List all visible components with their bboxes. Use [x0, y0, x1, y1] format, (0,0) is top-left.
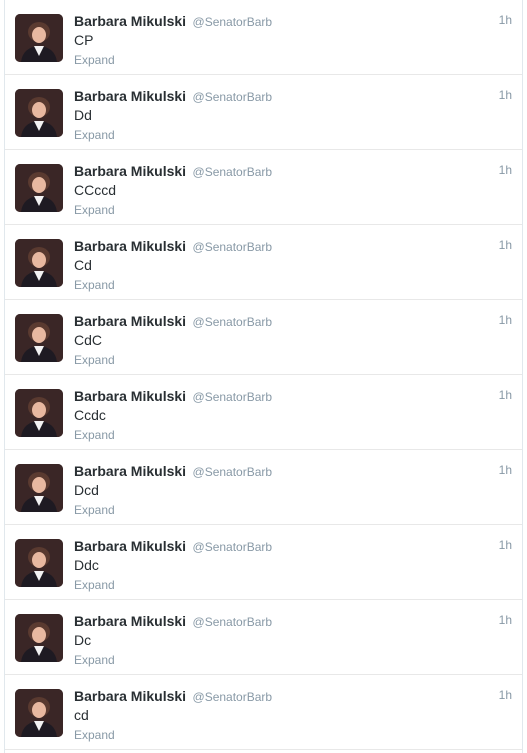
expand-link[interactable]: Expand [74, 578, 115, 592]
author-name[interactable]: Barbara Mikulski [74, 163, 186, 179]
tweet-header: Barbara Mikulski @SenatorBarb 1h [74, 538, 512, 556]
author-name[interactable]: Barbara Mikulski [74, 463, 186, 479]
tweet-text: CCccd [74, 182, 117, 198]
author-name[interactable]: Barbara Mikulski [74, 388, 186, 404]
tweet-item[interactable]: Barbara Mikulski @SenatorBarb 1h CCccd E… [5, 150, 522, 225]
author-handle[interactable]: @SenatorBarb [193, 390, 273, 404]
profile-photo-icon[interactable] [15, 314, 63, 362]
tweet-timestamp[interactable]: 1h [499, 13, 512, 27]
tweet-header: Barbara Mikulski @SenatorBarb 1h [74, 13, 512, 31]
tweet-item[interactable]: Barbara Mikulski @SenatorBarb 1h CdC Exp… [5, 300, 522, 375]
author-handle[interactable]: @SenatorBarb [193, 315, 273, 329]
tweet-header: Barbara Mikulski @SenatorBarb 1h [74, 463, 512, 481]
tweet-timestamp[interactable]: 1h [499, 88, 512, 102]
tweet-timestamp[interactable]: 1h [499, 463, 512, 477]
author-handle[interactable]: @SenatorBarb [193, 465, 273, 479]
author-name[interactable]: Barbara Mikulski [74, 238, 186, 254]
author-name[interactable]: Barbara Mikulski [74, 538, 186, 554]
tweet-header: Barbara Mikulski @SenatorBarb 1h [74, 313, 512, 331]
tweet-header: Barbara Mikulski @SenatorBarb 1h [74, 88, 512, 106]
profile-photo-icon[interactable] [15, 14, 63, 62]
expand-link[interactable]: Expand [74, 428, 115, 442]
tweet-text: Dc [74, 632, 92, 648]
tweet-text: cd [74, 707, 89, 723]
tweet-text: Ddc [74, 557, 99, 573]
author-handle[interactable]: @SenatorBarb [193, 90, 273, 104]
tweet-item[interactable]: Barbara Mikulski @SenatorBarb 1h Dd Expa… [5, 75, 522, 150]
author-name[interactable]: Barbara Mikulski [74, 88, 186, 104]
profile-photo-icon[interactable] [15, 614, 63, 662]
tweet-text: CdC [74, 332, 103, 348]
tweet-item[interactable]: Barbara Mikulski @SenatorBarb 1h Dc Expa… [5, 600, 522, 675]
expand-link[interactable]: Expand [74, 653, 115, 667]
tweet-text: Cd [74, 257, 92, 273]
profile-photo-icon[interactable] [15, 464, 63, 512]
tweet-timestamp[interactable]: 1h [499, 163, 512, 177]
profile-photo-icon[interactable] [15, 239, 63, 287]
profile-photo-icon[interactable] [15, 539, 63, 587]
tweet-header: Barbara Mikulski @SenatorBarb 1h [74, 613, 512, 631]
tweet-item[interactable]: Barbara Mikulski @SenatorBarb 1h Dcd Exp… [5, 450, 522, 525]
tweet-text: Dd [74, 107, 92, 123]
expand-link[interactable]: Expand [74, 128, 115, 142]
tweet-text: Ccdc [74, 407, 106, 423]
profile-photo-icon[interactable] [15, 389, 63, 437]
tweet-item[interactable]: Barbara Mikulski @SenatorBarb 1h CP Expa… [5, 0, 522, 75]
tweet-header: Barbara Mikulski @SenatorBarb 1h [74, 388, 512, 406]
tweet-item[interactable]: Barbara Mikulski @SenatorBarb 1h cd Expa… [5, 675, 522, 750]
author-name[interactable]: Barbara Mikulski [74, 313, 186, 329]
author-handle[interactable]: @SenatorBarb [193, 690, 273, 704]
tweet-header: Barbara Mikulski @SenatorBarb 1h [74, 688, 512, 706]
profile-photo-icon[interactable] [15, 89, 63, 137]
expand-link[interactable]: Expand [74, 53, 115, 67]
tweet-text: CP [74, 32, 94, 48]
tweet-timestamp[interactable]: 1h [499, 688, 512, 702]
tweet-item[interactable]: Barbara Mikulski @SenatorBarb 1h Ccdc Ex… [5, 375, 522, 450]
expand-link[interactable]: Expand [74, 728, 115, 742]
author-name[interactable]: Barbara Mikulski [74, 688, 186, 704]
author-handle[interactable]: @SenatorBarb [193, 165, 273, 179]
author-name[interactable]: Barbara Mikulski [74, 613, 186, 629]
expand-link[interactable]: Expand [74, 203, 115, 217]
tweet-timestamp[interactable]: 1h [499, 313, 512, 327]
author-handle[interactable]: @SenatorBarb [193, 615, 273, 629]
author-handle[interactable]: @SenatorBarb [193, 540, 273, 554]
profile-photo-icon[interactable] [15, 689, 63, 737]
tweet-header: Barbara Mikulski @SenatorBarb 1h [74, 163, 512, 181]
tweet-timestamp[interactable]: 1h [499, 388, 512, 402]
expand-link[interactable]: Expand [74, 353, 115, 367]
tweet-item[interactable]: Barbara Mikulski @SenatorBarb 1h Ddc Exp… [5, 525, 522, 600]
tweet-timeline: Barbara Mikulski @SenatorBarb 1h CP Expa… [4, 0, 523, 753]
tweet-timestamp[interactable]: 1h [499, 538, 512, 552]
author-name[interactable]: Barbara Mikulski [74, 13, 186, 29]
tweet-timestamp[interactable]: 1h [499, 238, 512, 252]
author-handle[interactable]: @SenatorBarb [193, 15, 273, 29]
tweet-header: Barbara Mikulski @SenatorBarb 1h [74, 238, 512, 256]
author-handle[interactable]: @SenatorBarb [193, 240, 273, 254]
expand-link[interactable]: Expand [74, 503, 115, 517]
tweet-text: Dcd [74, 482, 99, 498]
tweet-timestamp[interactable]: 1h [499, 613, 512, 627]
tweet-item[interactable]: Barbara Mikulski @SenatorBarb 1h Cd Expa… [5, 225, 522, 300]
profile-photo-icon[interactable] [15, 164, 63, 212]
expand-link[interactable]: Expand [74, 278, 115, 292]
